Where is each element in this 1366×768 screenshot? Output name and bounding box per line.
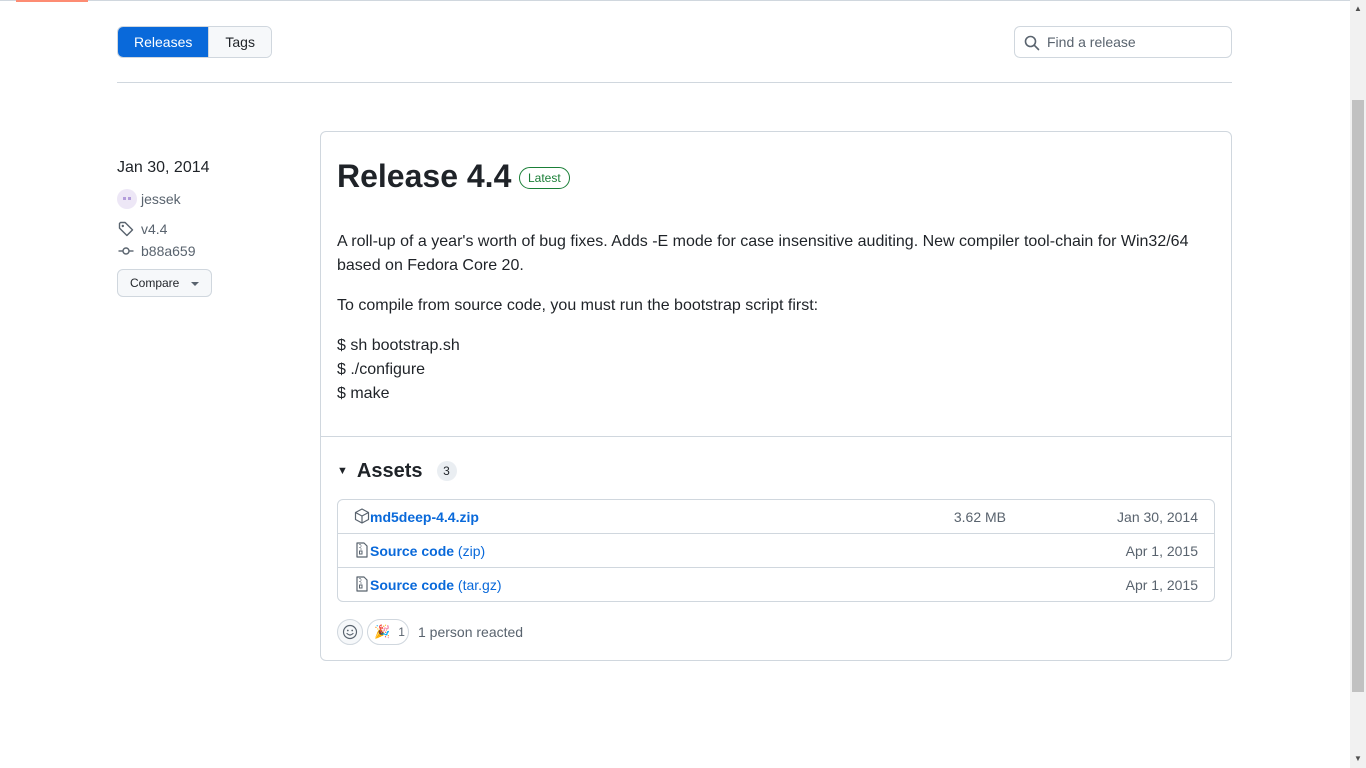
assets-heading: Assets bbox=[356, 460, 423, 482]
release-date: Jan 30, 2014 bbox=[117, 159, 210, 176]
release-notes-line: A roll-up of a year's worth of bug fixes… bbox=[337, 233, 1189, 250]
asset-row: md5deep-4.4.zip 3.62 MB Jan 30, 2014 bbox=[338, 500, 1214, 533]
smiley-icon bbox=[342, 624, 358, 640]
search-input[interactable] bbox=[1047, 27, 1223, 57]
release-search bbox=[1014, 26, 1232, 58]
asset-download-link[interactable]: Source code (zip) bbox=[370, 542, 485, 560]
commit-sha[interactable]: b88a659 bbox=[141, 243, 196, 259]
asset-date: Apr 1, 2015 bbox=[1125, 577, 1198, 593]
scroll-down-arrow-icon[interactable]: ▼ bbox=[1350, 752, 1366, 766]
git-commit-icon bbox=[117, 242, 135, 260]
asset-list: md5deep-4.4.zip 3.62 MB Jan 30, 2014 Sou… bbox=[337, 499, 1215, 602]
tag-icon bbox=[117, 220, 135, 238]
release-card: Release 4.4 Latest A roll-up of a year's… bbox=[320, 131, 1232, 661]
asset-date: Apr 1, 2015 bbox=[1125, 543, 1198, 559]
assets-count-badge: 3 bbox=[436, 461, 457, 481]
add-reaction-button[interactable] bbox=[337, 619, 363, 645]
asset-size: 3.62 MB bbox=[953, 509, 1006, 525]
asset-download-link[interactable]: Source code (tar.gz) bbox=[370, 576, 502, 594]
release-title[interactable]: Release 4.4 bbox=[337, 156, 511, 196]
scroll-up-arrow-icon[interactable]: ▲ bbox=[1350, 2, 1366, 16]
tag-name[interactable]: v4.4 bbox=[141, 221, 167, 237]
chevron-down-icon bbox=[191, 282, 199, 286]
commit-row[interactable]: b88a659 bbox=[117, 242, 196, 260]
top-border bbox=[0, 0, 1350, 1]
header-divider bbox=[117, 82, 1232, 83]
release-notes-line: To compile from source code, you must ru… bbox=[337, 297, 819, 314]
file-zip-icon bbox=[356, 542, 368, 558]
asset-name: Source code bbox=[370, 577, 455, 593]
releases-tags-switch: Releases Tags bbox=[117, 26, 272, 58]
compare-label: Compare bbox=[130, 276, 180, 290]
asset-name: md5deep-4.4.zip bbox=[370, 509, 479, 525]
search-icon bbox=[1024, 35, 1040, 51]
compare-button[interactable]: Compare bbox=[117, 269, 212, 297]
tag-row[interactable]: v4.4 bbox=[117, 220, 167, 238]
scrollbar[interactable]: ▲ ▼ bbox=[1350, 0, 1366, 768]
reaction-count: 1 bbox=[398, 625, 405, 639]
section-divider bbox=[321, 436, 1231, 437]
file-zip-icon bbox=[356, 576, 368, 592]
asset-name: Source code bbox=[370, 543, 455, 559]
latest-badge: Latest bbox=[519, 167, 570, 189]
reaction-hooray-button[interactable]: 🎉 1 bbox=[367, 619, 409, 645]
triangle-down-icon: ▼ bbox=[337, 465, 348, 477]
package-icon bbox=[354, 508, 370, 524]
command-line: $ ./configure bbox=[337, 361, 426, 378]
author-name[interactable]: jessek bbox=[141, 191, 181, 207]
asset-download-link[interactable]: md5deep-4.4.zip bbox=[370, 508, 479, 526]
command-line: $ sh bootstrap.sh bbox=[337, 337, 460, 354]
tada-icon: 🎉 bbox=[374, 624, 391, 639]
asset-row: Source code (tar.gz) Apr 1, 2015 bbox=[338, 567, 1214, 601]
asset-format: (zip) bbox=[457, 543, 486, 559]
release-notes-line: based on Fedora Core 20. bbox=[337, 257, 524, 274]
asset-format: (tar.gz) bbox=[457, 577, 502, 593]
reaction-summary: 1 person reacted bbox=[418, 624, 524, 640]
assets-toggle[interactable]: ▼ Assets 3 bbox=[337, 459, 457, 483]
command-line: $ make bbox=[337, 385, 390, 402]
scrollbar-thumb[interactable] bbox=[1352, 100, 1364, 692]
author-row[interactable]: jessek bbox=[117, 189, 181, 209]
active-tab-underline bbox=[16, 0, 88, 2]
tab-releases[interactable]: Releases bbox=[118, 27, 209, 57]
asset-date: Jan 30, 2014 bbox=[1117, 509, 1198, 525]
avatar[interactable] bbox=[117, 189, 137, 209]
asset-row: Source code (zip) Apr 1, 2015 bbox=[338, 533, 1214, 567]
tab-tags[interactable]: Tags bbox=[208, 27, 271, 57]
